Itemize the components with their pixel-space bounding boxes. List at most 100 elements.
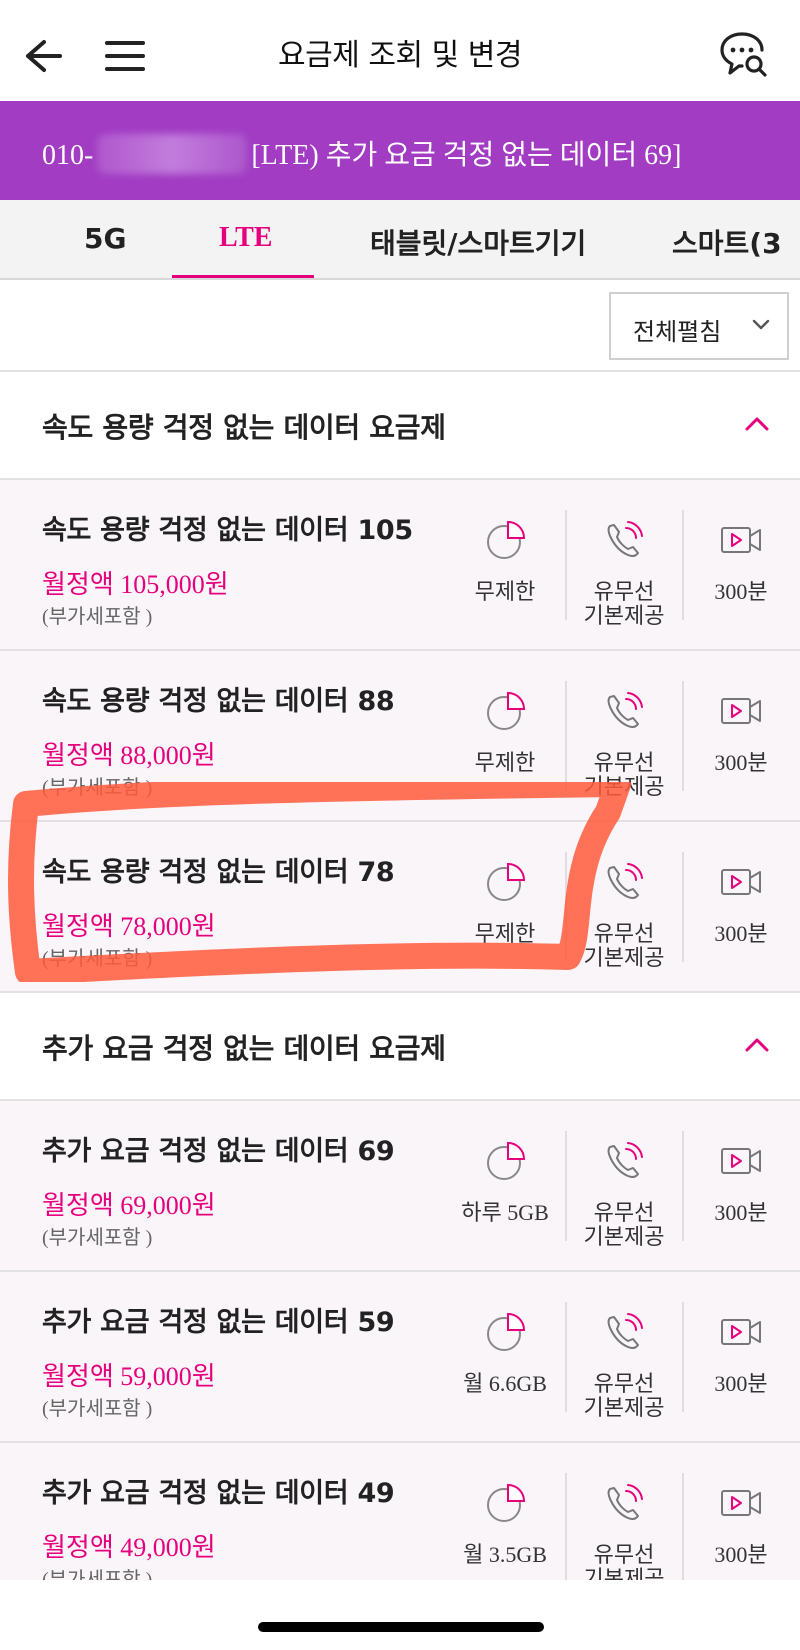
phone-call-icon [607,863,643,900]
chevron-up-icon[interactable] [744,1037,770,1053]
call-line2: 기본제공 [583,1395,665,1420]
video-call-icon [721,1490,761,1516]
active-tab-indicator [172,275,314,278]
phone-call-icon [607,1313,643,1350]
current-plan-text: 010- [LTE) 추가 요금 걱정 없는 데이터 69] [42,133,681,174]
call-line1: 유무선 [593,1542,655,1567]
plan-tax-note: (부가세포함 ) [42,1227,153,1249]
data-allowance: 월 3.5GB [463,1542,547,1567]
video-allowance: 300분 [714,1542,768,1567]
phone-number-blur [97,134,248,174]
plan-name: 속도 용량 걱정 없는 데이터 105 [42,515,413,546]
video-call-icon [721,698,761,724]
tab-tablet-smart-device[interactable]: 태블릿/스마트기기 [370,222,586,262]
divider [682,1131,684,1241]
chat-search-icon [720,32,767,77]
plan-name: 추가 요금 걱정 없는 데이터 59 [42,1307,395,1338]
call-line1: 유무선 [593,1371,655,1396]
divider [565,681,567,791]
plan-tax-note: (부가세포함 ) [42,1398,153,1420]
phone-call-icon [607,521,643,558]
plan-price: 월정액 59,000원 [42,1362,216,1391]
divider [682,1302,684,1412]
data-allowance: 하루 5GB [461,1200,549,1225]
divider [565,1473,567,1583]
video-call-icon [721,1148,761,1174]
phone-number-prefix: 010- [42,140,94,171]
list-toolbar: 전체펼침 [0,280,800,372]
plan-row[interactable]: 속도 용량 걱정 없는 데이터 78 월정액 78,000원 (부가세포함 ) … [0,822,800,993]
pie-chart-icon [487,1483,526,1522]
call-line2: 기본제공 [583,1224,665,1249]
call-line1: 유무선 [593,921,655,946]
section-header[interactable]: 속도 용량 걱정 없는 데이터 요금제 [0,372,800,480]
plan-row[interactable]: 추가 요금 걱정 없는 데이터 59 월정액 59,000원 (부가세포함 ) … [0,1272,800,1443]
pie-chart-icon [487,520,526,559]
data-allowance: 월 6.6GB [463,1371,547,1396]
video-call-icon [721,527,761,553]
section-title: 속도 용량 걱정 없는 데이터 요금제 [42,411,446,444]
expand-all-label: 전체펼침 [633,318,722,346]
bottom-safe-area [0,1580,800,1650]
divider [682,1473,684,1583]
call-line1: 유무선 [593,579,655,604]
divider [682,852,684,962]
plan-price: 월정액 49,000원 [42,1533,216,1562]
video-allowance: 300분 [714,750,768,775]
call-line2: 기본제공 [583,774,665,799]
call-allowance: 유무선 기본제공 [574,1372,674,1420]
video-call-icon [721,869,761,895]
expand-all-dropdown[interactable]: 전체펼침 [609,292,789,360]
plan-name: 속도 용량 걱정 없는 데이터 78 [42,857,395,888]
call-line1: 유무선 [593,1200,655,1225]
phone-call-icon [607,692,643,729]
divider [682,681,684,791]
plan-row[interactable]: 속도 용량 걱정 없는 데이터 105 월정액 105,000원 (부가세포함 … [0,480,800,651]
plan-category-tabs: 5G LTE 태블릿/스마트기기 스마트(3 [0,200,800,280]
plan-price: 월정액 88,000원 [42,741,216,770]
chat-search-button[interactable] [718,30,770,80]
plan-price: 월정액 105,000원 [42,570,229,599]
call-allowance: 유무선 기본제공 [574,751,674,799]
plan-tax-note: (부가세포함 ) [42,948,153,970]
call-allowance: 유무선 기본제공 [574,1201,674,1249]
tab-smart[interactable]: 스마트(3 [672,222,782,262]
plan-price: 월정액 78,000원 [42,912,216,941]
plan-name: 추가 요금 걱정 없는 데이터 69 [42,1136,395,1167]
call-line2: 기본제공 [583,603,665,628]
call-line1: 유무선 [593,750,655,775]
pie-chart-icon [487,1312,526,1351]
app-header: 요금제 조회 및 변경 [0,0,800,101]
data-allowance: 무제한 [474,921,536,946]
tab-lte[interactable]: LTE [219,222,272,254]
phone-call-icon [607,1484,643,1521]
plan-row[interactable]: 속도 용량 걱정 없는 데이터 88 월정액 88,000원 (부가세포함 ) … [0,651,800,822]
pie-chart-icon [487,862,526,901]
pie-chart-icon [487,691,526,730]
plan-name: 속도 용량 걱정 없는 데이터 88 [42,686,395,717]
divider [565,1131,567,1241]
plan-tax-note: (부가세포함 ) [42,606,153,628]
divider [565,1302,567,1412]
divider [565,852,567,962]
chevron-up-icon[interactable] [744,416,770,432]
video-call-icon [721,1319,761,1345]
plan-name: 추가 요금 걱정 없는 데이터 49 [42,1478,395,1509]
tab-5g[interactable]: 5G [84,222,126,255]
divider [682,510,684,620]
divider [565,510,567,620]
pie-chart-icon [487,1141,526,1180]
video-allowance: 300분 [714,579,768,604]
current-plan-label: [LTE) 추가 요금 걱정 없는 데이터 69] [251,140,682,171]
call-allowance: 유무선 기본제공 [574,922,674,970]
plan-row[interactable]: 추가 요금 걱정 없는 데이터 69 월정액 69,000원 (부가세포함 ) … [0,1101,800,1272]
home-indicator[interactable] [258,1622,544,1632]
plan-tax-note: (부가세포함 ) [42,777,153,799]
current-plan-banner: 010- [LTE) 추가 요금 걱정 없는 데이터 69] [0,101,800,200]
call-allowance: 유무선 기본제공 [574,580,674,628]
video-allowance: 300분 [714,921,768,946]
section-header[interactable]: 추가 요금 걱정 없는 데이터 요금제 [0,993,800,1101]
phone-call-icon [607,1142,643,1179]
plan-price: 월정액 69,000원 [42,1191,216,1220]
video-allowance: 300분 [714,1371,768,1396]
